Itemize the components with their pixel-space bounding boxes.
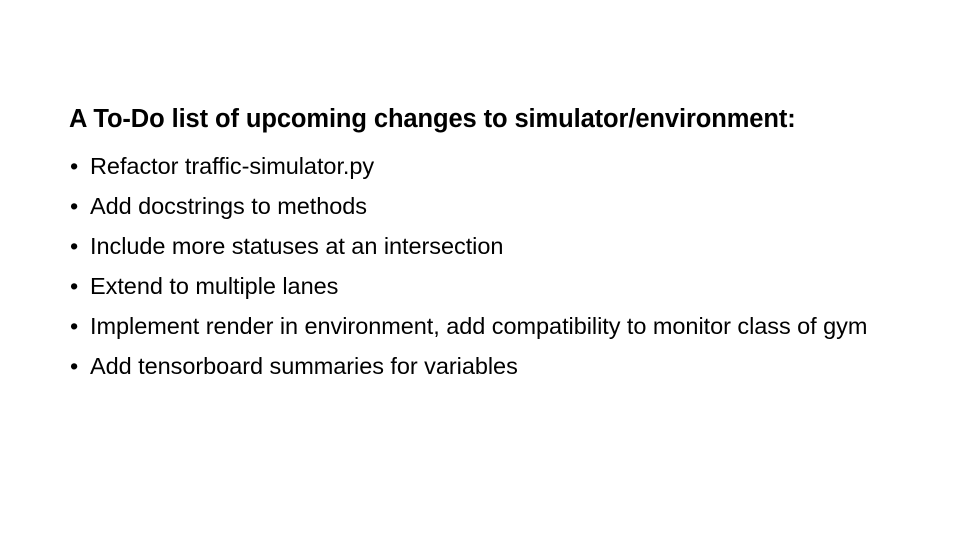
page-title: A To-Do list of upcoming changes to simu… — [69, 105, 796, 133]
list-item: • Add docstrings to methods — [69, 186, 899, 226]
list-item-label: Refactor traffic-simulator.py — [90, 153, 375, 179]
bullet-point-icon: • — [70, 193, 79, 219]
bullet-point-icon: • — [70, 153, 79, 179]
bullet-point-icon: • — [70, 233, 79, 259]
list-item: • Implement render in environment, add c… — [69, 306, 899, 346]
bullet-point-icon: • — [70, 273, 79, 299]
list-item-label: Include more statuses at an intersection — [90, 233, 504, 259]
list-item: • Include more statuses at an intersecti… — [69, 226, 899, 266]
list-item-label: Add tensorboard summaries for variables — [90, 353, 518, 379]
bullet-point-icon: • — [70, 313, 79, 339]
list-item-label: Add docstrings to methods — [90, 193, 367, 219]
bullet-point-icon: • — [70, 353, 79, 379]
list-item: • Refactor traffic-simulator.py — [69, 146, 899, 186]
list-item-label: Implement render in environment, add com… — [90, 313, 868, 339]
list-item-label: Extend to multiple lanes — [90, 273, 339, 299]
slide-canvas: A To-Do list of upcoming changes to simu… — [0, 0, 960, 540]
todo-bullet-list: • Refactor traffic-simulator.py • Add do… — [69, 146, 899, 386]
list-item: • Extend to multiple lanes — [69, 266, 899, 306]
list-item: • Add tensorboard summaries for variable… — [69, 346, 899, 386]
